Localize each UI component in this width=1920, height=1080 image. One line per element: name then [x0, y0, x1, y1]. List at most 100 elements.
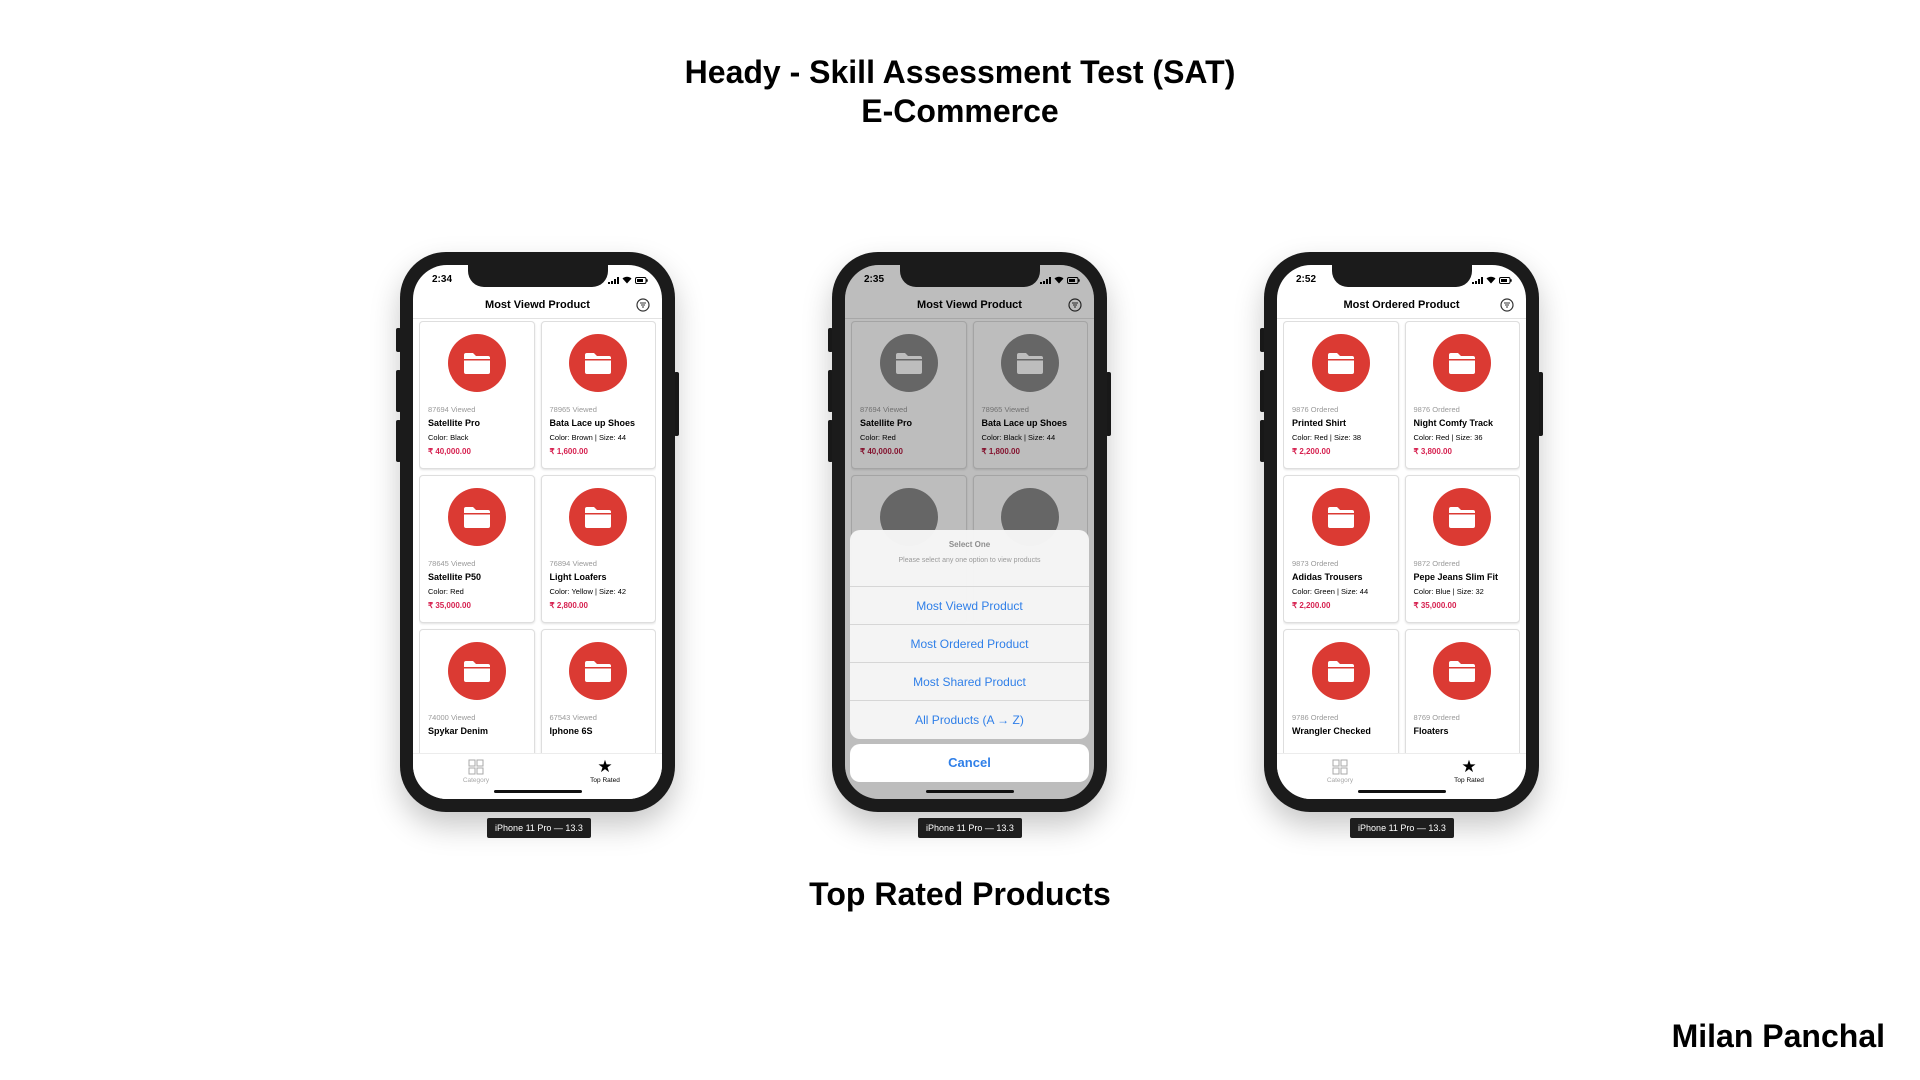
status-time: 2:34 [432, 274, 453, 285]
tab-label: Top Rated [1454, 777, 1484, 784]
phone-most-viewed: 2:34 Most Viewd Product 87694 Viewed Sat… [396, 252, 679, 812]
battery-icon [1499, 276, 1512, 284]
folder-icon [569, 334, 628, 392]
device-label: iPhone 11 Pro — 13.3 [1350, 818, 1454, 838]
action-sheet-options: Select One Please select any one option … [850, 530, 1089, 739]
view-count: 76894 Viewed [549, 559, 597, 568]
tab-bar: Category ★ Top Rated [413, 753, 662, 799]
product-meta: Color: Brown | Size: 44 [549, 433, 627, 442]
product-name: Night Comfy Track [1413, 418, 1494, 428]
status-time: 2:35 [864, 274, 885, 285]
product-price: ₹ 2,200.00 [1292, 601, 1331, 610]
home-indicator [1358, 790, 1446, 793]
product-price: ₹ 2,200.00 [1292, 447, 1331, 456]
home-indicator [926, 790, 1014, 793]
product-card[interactable]: 9786 Ordered Wrangler Checked [1283, 629, 1399, 753]
nav-bar: Most Viewd Product [413, 293, 662, 319]
product-card[interactable]: 9873 Ordered Adidas Trousers Color: Gree… [1283, 475, 1399, 623]
grid-icon [1332, 759, 1348, 775]
notch [1332, 265, 1472, 287]
product-name: Iphone 6S [549, 726, 593, 736]
product-card[interactable]: 9876 Ordered Night Comfy Track Color: Re… [1404, 321, 1520, 469]
product-card[interactable]: 87694 Viewed Satellite Pro Color: Black … [419, 321, 535, 469]
phone-most-ordered: 2:52 Most Ordered Product 9876 Ordered P… [1260, 252, 1543, 812]
product-grid: 87694 Viewed Satellite Pro Color: Black … [419, 321, 656, 753]
action-sheet-title: Select One [948, 540, 991, 549]
folder-icon [1433, 642, 1492, 700]
product-name: Floaters [1413, 726, 1449, 736]
product-meta: Color: Red | Size: 38 [1292, 433, 1362, 442]
tab-label: Top Rated [590, 777, 620, 784]
product-meta: Color: Blue | Size: 32 [1413, 587, 1484, 596]
nav-title: Most Ordered Product [1343, 299, 1460, 311]
filter-icon[interactable] [636, 298, 650, 312]
status-icons [1040, 276, 1080, 284]
product-meta: Color: Green | Size: 44 [1292, 587, 1369, 596]
action-sheet: Select One Please select any one option … [850, 530, 1089, 782]
status-time: 2:52 [1296, 274, 1317, 285]
product-card[interactable]: 76894 Viewed Light Loafers Color: Yellow… [540, 475, 656, 623]
product-card[interactable]: 78645 Viewed Satellite P50 Color: Red ₹ … [419, 475, 535, 623]
option-most-shared[interactable]: Most Shared Product [850, 663, 1089, 701]
signal-icon [1040, 276, 1051, 284]
grid-icon [468, 759, 484, 775]
folder-icon [1311, 334, 1370, 392]
phone-frame: 2:34 Most Viewd Product 87694 Viewed Sat… [400, 252, 675, 812]
tab-top-rated[interactable]: ★ Top Rated [1424, 757, 1514, 785]
star-icon: ★ [597, 757, 613, 776]
product-card[interactable]: 74000 Viewed Spykar Denim [419, 629, 535, 753]
signal-icon [1472, 276, 1483, 284]
option-most-ordered[interactable]: Most Ordered Product [850, 625, 1089, 663]
wifi-icon [1486, 276, 1496, 284]
product-name: Satellite P50 [428, 572, 482, 582]
order-count: 9876 Ordered [1292, 405, 1339, 414]
tab-label: Category [462, 777, 490, 784]
tab-top-rated[interactable]: ★ Top Rated [560, 757, 650, 785]
folder-icon [1433, 334, 1492, 392]
product-price: ₹ 35,000.00 [428, 601, 471, 610]
product-name: Adidas Trousers [1292, 572, 1363, 582]
product-card[interactable]: 67543 Viewed Iphone 6S [540, 629, 656, 753]
product-card[interactable]: 9872 Ordered Pepe Jeans Slim Fit Color: … [1404, 475, 1520, 623]
phone-screen: 2:52 Most Ordered Product 9876 Ordered P… [1277, 265, 1526, 799]
view-count: 67543 Viewed [549, 713, 597, 722]
tab-label: Category [1326, 777, 1354, 784]
option-most-viewed[interactable]: Most Viewd Product [850, 587, 1089, 625]
author-name: Milan Panchal [1671, 1018, 1885, 1054]
order-count: 9786 Ordered [1292, 713, 1339, 722]
folder-icon [1311, 488, 1370, 546]
product-card[interactable]: 9876 Ordered Printed Shirt Color: Red | … [1283, 321, 1399, 469]
product-price: ₹ 35,000.00 [1413, 601, 1457, 610]
status-icons [608, 276, 648, 284]
device-label: iPhone 11 Pro — 13.3 [487, 818, 591, 838]
product-card[interactable]: 78965 Viewed Bata Lace up Shoes Color: B… [540, 321, 656, 469]
filter-icon[interactable] [1500, 298, 1514, 312]
option-all-products[interactable]: All Products (A → Z) [850, 701, 1089, 739]
tab-category[interactable]: Category [431, 758, 521, 784]
product-name: Satellite Pro [428, 418, 481, 428]
wifi-icon [1054, 276, 1064, 284]
order-count: 8769 Ordered [1413, 713, 1460, 722]
order-count: 9872 Ordered [1413, 559, 1460, 568]
nav-title: Most Viewd Product [485, 299, 590, 311]
view-count: 87694 Viewed [428, 405, 476, 414]
star-icon: ★ [1461, 757, 1477, 776]
product-price: ₹ 3,800.00 [1413, 447, 1452, 456]
slide-title: Heady - Skill Assessment Test (SAT) [684, 54, 1236, 90]
folder-icon [1311, 642, 1370, 700]
folder-icon [1433, 488, 1492, 546]
action-sheet-message: Please select any one option to view pro… [898, 557, 1041, 564]
view-count: 74000 Viewed [428, 713, 476, 722]
product-meta: Color: Black [428, 433, 469, 442]
folder-icon [447, 642, 506, 700]
order-count: 9873 Ordered [1292, 559, 1339, 568]
product-price: ₹ 2,800.00 [549, 601, 588, 610]
cancel-button[interactable]: Cancel [850, 744, 1089, 782]
notch [468, 265, 608, 287]
battery-icon [1067, 276, 1080, 284]
tab-category[interactable]: Category [1295, 758, 1385, 784]
product-card[interactable]: 8769 Ordered Floaters [1404, 629, 1520, 753]
product-name: Wrangler Checked [1292, 726, 1371, 736]
product-name: Bata Lace up Shoes [549, 418, 636, 428]
action-sheet-header: Select One Please select any one option … [850, 530, 1089, 587]
